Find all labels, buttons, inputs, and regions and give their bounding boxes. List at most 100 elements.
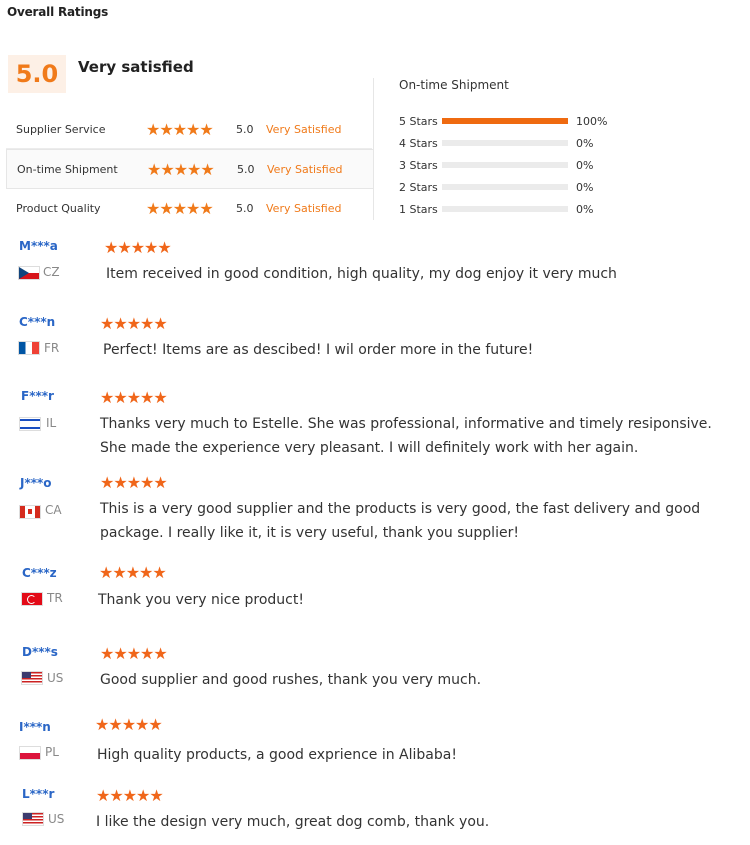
overall-score-label: Very satisfied bbox=[78, 58, 194, 76]
distribution-row: 5 Stars 100% bbox=[399, 114, 607, 128]
reviewer-country: US bbox=[47, 671, 64, 685]
star-icon: ★ bbox=[113, 644, 127, 663]
star-icon: ★ bbox=[144, 238, 158, 257]
category-stars: ★ ★ ★ ★ ★ bbox=[147, 160, 237, 179]
star-icon: ★ bbox=[113, 388, 127, 407]
distribution-bar bbox=[442, 206, 568, 212]
star-icon: ★ bbox=[157, 238, 171, 257]
star-icon: ★ bbox=[126, 644, 141, 663]
star-icon: ★ bbox=[117, 238, 131, 257]
star-icon: ★ bbox=[146, 198, 160, 218]
distribution-row: 2 Stars 0% bbox=[399, 180, 593, 194]
review-text: I like the design very much, great dog c… bbox=[96, 814, 490, 830]
star-icon: ★ bbox=[140, 473, 154, 492]
category-score: 5.0 bbox=[236, 122, 254, 136]
reviewer-name[interactable]: D***s bbox=[22, 645, 58, 659]
star-icon: ★ bbox=[108, 715, 122, 734]
reviewer-country: US bbox=[48, 812, 65, 826]
reviewer-country: PL bbox=[45, 745, 59, 759]
distribution-bar bbox=[442, 162, 568, 168]
star-icon: ★ bbox=[160, 159, 174, 179]
category-status: Very Satisfied bbox=[266, 122, 342, 136]
star-icon: ★ bbox=[112, 563, 126, 582]
review-text: High quality products, a good exprience … bbox=[97, 747, 457, 763]
review-text: Thank you very nice product! bbox=[98, 592, 304, 608]
review-stars: ★ ★ ★ ★ ★ bbox=[100, 644, 168, 663]
distribution-bar-fill bbox=[442, 118, 568, 124]
category-row-on-time-shipment[interactable]: On-time Shipment ★ ★ ★ ★ ★ 5.0 Very Satisfie… bbox=[6, 149, 374, 189]
star-icon: ★ bbox=[100, 388, 114, 407]
star-icon: ★ bbox=[130, 238, 145, 257]
reviewer-country: CZ bbox=[43, 265, 60, 279]
distribution-bar bbox=[442, 184, 568, 190]
category-status: Very Satisfied bbox=[267, 162, 343, 176]
star-icon: ★ bbox=[159, 198, 173, 218]
star-icon: ★ bbox=[139, 563, 153, 582]
review-text: Thanks very much to Estelle. She was pro… bbox=[100, 416, 712, 456]
distribution-percent: 0% bbox=[576, 180, 594, 194]
flag-us-icon bbox=[21, 671, 43, 685]
reviewer-name[interactable]: M***a bbox=[19, 239, 58, 253]
category-stars: ★ ★ ★ ★ ★ bbox=[146, 199, 236, 218]
star-icon: ★ bbox=[153, 644, 167, 663]
reviewer-country: FR bbox=[44, 341, 60, 355]
section-divider bbox=[373, 78, 374, 220]
category-label: On-time Shipment bbox=[17, 162, 118, 176]
flag-pl-icon bbox=[19, 746, 41, 760]
category-score: 5.0 bbox=[236, 201, 254, 215]
star-icon: ★ bbox=[113, 473, 127, 492]
star-icon: ★ bbox=[140, 388, 154, 407]
reviewer-name[interactable]: C***z bbox=[22, 566, 57, 580]
star-icon: ★ bbox=[159, 119, 173, 139]
distribution-label: 1 Stars bbox=[399, 202, 438, 216]
review-stars: ★ ★ ★ ★ ★ bbox=[95, 715, 163, 734]
star-icon: ★ bbox=[187, 159, 201, 179]
category-status: Very Satisfied bbox=[266, 201, 342, 215]
category-score: 5.0 bbox=[237, 162, 255, 176]
category-row-supplier-service: Supplier Service ★ ★ ★ ★ ★ 5.0 Very Satisfie… bbox=[6, 110, 372, 149]
distribution-title: On-time Shipment bbox=[399, 78, 509, 92]
distribution-bar bbox=[442, 140, 568, 146]
star-icon: ★ bbox=[100, 473, 114, 492]
category-label: Product Quality bbox=[16, 201, 101, 215]
category-row-product-quality: Product Quality ★ ★ ★ ★ ★ 5.0 Very Satisfied bbox=[6, 189, 372, 227]
reviewer-name[interactable]: L***r bbox=[22, 787, 54, 801]
distribution-label: 5 Stars bbox=[399, 114, 438, 128]
reviewer-name[interactable]: F***r bbox=[21, 389, 54, 403]
star-icon: ★ bbox=[100, 314, 114, 333]
star-icon: ★ bbox=[140, 314, 154, 333]
star-icon: ★ bbox=[173, 159, 188, 179]
flag-tr-icon bbox=[21, 592, 43, 606]
star-icon: ★ bbox=[100, 644, 114, 663]
star-icon: ★ bbox=[199, 198, 213, 218]
distribution-row: 3 Stars 0% bbox=[399, 158, 593, 172]
reviewer-name[interactable]: J***o bbox=[20, 476, 52, 490]
flag-il-icon bbox=[19, 417, 41, 431]
reviewer-name[interactable]: I***n bbox=[19, 720, 51, 734]
star-icon: ★ bbox=[199, 119, 213, 139]
star-icon: ★ bbox=[153, 473, 167, 492]
review-stars: ★ ★ ★ ★ ★ bbox=[100, 473, 168, 492]
star-icon: ★ bbox=[186, 198, 200, 218]
distribution-percent: 100% bbox=[576, 114, 608, 128]
star-icon: ★ bbox=[153, 388, 167, 407]
star-icon: ★ bbox=[104, 238, 118, 257]
category-stars: ★ ★ ★ ★ ★ bbox=[146, 120, 236, 139]
star-icon: ★ bbox=[126, 388, 141, 407]
star-icon: ★ bbox=[135, 715, 149, 734]
reviewer-name[interactable]: C***n bbox=[19, 315, 55, 329]
distribution-label: 2 Stars bbox=[399, 180, 438, 194]
review-stars: ★ ★ ★ ★ ★ bbox=[96, 786, 164, 805]
flag-us-icon bbox=[22, 812, 44, 826]
distribution-row: 4 Stars 0% bbox=[399, 136, 593, 150]
review-stars: ★ ★ ★ ★ ★ bbox=[100, 388, 168, 407]
review-stars: ★ ★ ★ ★ ★ bbox=[104, 238, 172, 257]
star-icon: ★ bbox=[172, 119, 187, 139]
star-icon: ★ bbox=[140, 644, 154, 663]
flag-fr-icon bbox=[18, 341, 40, 355]
review-stars: ★ ★ ★ ★ ★ bbox=[99, 563, 167, 582]
distribution-label: 3 Stars bbox=[399, 158, 438, 172]
distribution-bar bbox=[442, 118, 568, 124]
overall-score-badge: 5.0 bbox=[8, 55, 66, 93]
reviewer-country: CA bbox=[45, 503, 62, 517]
